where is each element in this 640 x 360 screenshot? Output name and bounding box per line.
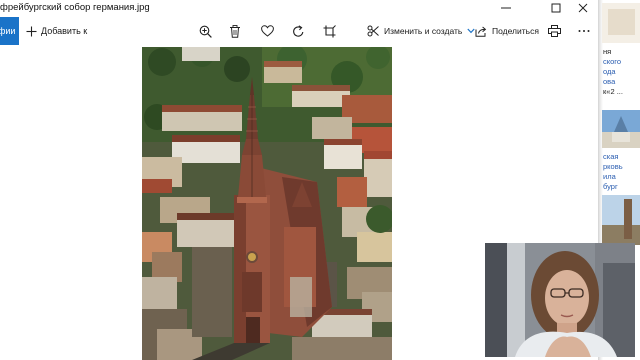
minimize-button[interactable]	[489, 0, 523, 15]
print-button[interactable]	[545, 22, 563, 40]
title-bar: фрейбургский собор германия.jpg	[0, 0, 598, 15]
zoom-in-icon	[199, 25, 212, 38]
aerial-city-cathedral-image	[142, 47, 392, 360]
close-button[interactable]	[566, 0, 598, 15]
bg-text-line: к«2 ...	[603, 87, 623, 96]
edit-create-icon	[367, 25, 379, 37]
heart-icon	[260, 25, 274, 37]
edit-create-button[interactable]: Изменить и создать	[367, 22, 475, 40]
bg-link-line[interactable]: бург	[603, 182, 618, 192]
rotate-button[interactable]	[289, 22, 307, 40]
bg-link-line[interactable]: ская	[603, 152, 618, 162]
delete-icon	[230, 24, 240, 38]
crop-button[interactable]	[320, 22, 338, 40]
background-thumbnail-top	[602, 3, 640, 43]
share-button[interactable]: Поделиться	[475, 22, 539, 40]
background-thumbnail-church	[602, 110, 640, 148]
thumbnail-image	[602, 3, 640, 43]
delete-button[interactable]	[226, 22, 244, 40]
bg-link-line[interactable]: ода	[603, 67, 616, 77]
bg-link-line[interactable]: рковь	[603, 162, 623, 172]
background-thumbnail-bottom	[602, 195, 640, 245]
zoom-button[interactable]	[196, 22, 214, 40]
cathedral-photo	[142, 47, 392, 360]
add-to-label: Добавить к	[41, 26, 88, 36]
window-title: фрейбургский собор германия.jpg	[0, 2, 150, 13]
minimize-icon	[501, 7, 511, 8]
webcam-overlay	[485, 243, 635, 357]
bg-link-line[interactable]: ского	[603, 57, 621, 67]
bg-link-line[interactable]: ова	[603, 77, 615, 87]
more-options-button[interactable]	[575, 22, 593, 40]
tower-thumbnail-image	[602, 195, 640, 245]
webcam-video-feed	[485, 243, 635, 357]
crop-icon	[323, 24, 336, 37]
bg-text-line: ня	[603, 47, 612, 56]
church-thumbnail-image	[602, 110, 640, 148]
close-icon	[578, 3, 588, 12]
bg-link-line[interactable]: ила	[603, 172, 616, 182]
maximize-icon	[551, 3, 561, 12]
plus-icon	[26, 26, 37, 36]
add-to-button[interactable]: Добавить к	[26, 22, 87, 40]
album-tab[interactable]: фии	[0, 17, 19, 45]
favorite-button[interactable]	[258, 22, 276, 40]
share-icon	[475, 26, 487, 37]
more-icon	[578, 30, 590, 32]
rotate-icon	[292, 24, 303, 37]
album-tab-label: фии	[0, 26, 16, 36]
edit-create-label: Изменить и создать	[384, 26, 463, 36]
print-icon	[547, 25, 561, 37]
toolbar: фии Добавить к Изменить и создать Подели…	[0, 15, 598, 47]
share-label: Поделиться	[492, 26, 539, 36]
